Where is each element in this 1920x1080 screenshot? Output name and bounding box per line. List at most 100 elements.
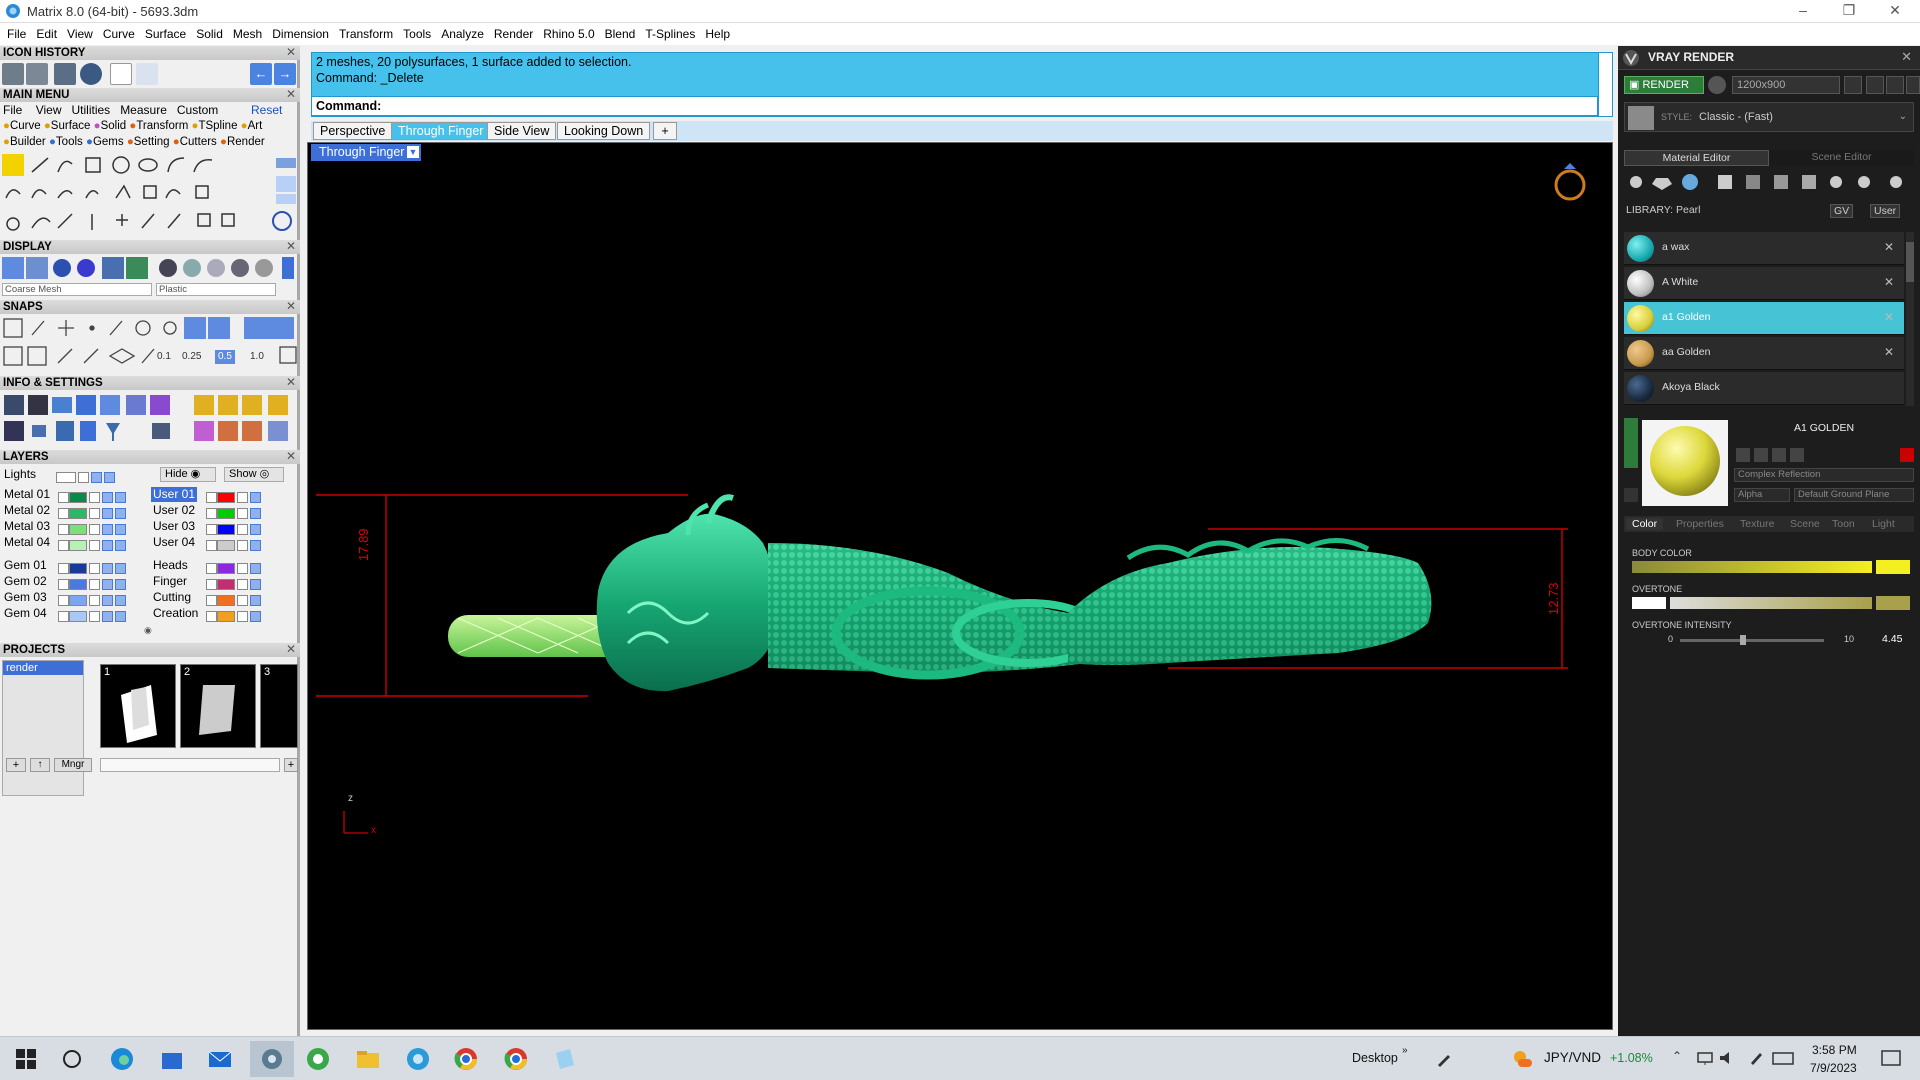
clock-date[interactable]: 7/9/2023 bbox=[1810, 1061, 1857, 1075]
history-tool-icon[interactable] bbox=[26, 63, 48, 85]
close-icon[interactable]: ✕ bbox=[1884, 275, 1894, 289]
history-tool-icon[interactable] bbox=[2, 63, 24, 85]
layer-color-swatch[interactable] bbox=[69, 524, 87, 536]
chevron-icon[interactable]: » bbox=[1402, 1045, 1408, 1056]
lock-icon[interactable] bbox=[89, 508, 100, 520]
visibility-toggle[interactable] bbox=[250, 595, 261, 607]
main-menu-utilities[interactable]: Utilities bbox=[72, 103, 111, 117]
main-menu-view[interactable]: View bbox=[36, 103, 62, 117]
layer-row[interactable]: Gem 02 bbox=[4, 574, 47, 589]
close-button[interactable]: ✕ bbox=[1872, 0, 1918, 23]
visibility-toggle[interactable] bbox=[102, 595, 113, 607]
layer-toggle[interactable] bbox=[206, 524, 217, 536]
visibility-toggle[interactable] bbox=[102, 492, 113, 504]
file-explorer-icon[interactable] bbox=[354, 1045, 382, 1073]
volume-icon[interactable] bbox=[1718, 1050, 1736, 1066]
list-icon[interactable] bbox=[1886, 76, 1904, 94]
layer-toggle[interactable] bbox=[206, 611, 217, 623]
lock-icon[interactable] bbox=[89, 524, 100, 536]
rewind-icon[interactable] bbox=[1844, 76, 1862, 94]
store-icon[interactable] bbox=[158, 1045, 186, 1073]
material-item[interactable]: Akoya Black bbox=[1624, 372, 1904, 405]
layer-row[interactable]: Finger bbox=[153, 574, 187, 589]
close-icon[interactable]: ✕ bbox=[1884, 240, 1894, 254]
network-icon[interactable] bbox=[1696, 1050, 1714, 1066]
menu-blend[interactable]: Blend bbox=[602, 27, 643, 41]
close-icon[interactable]: ✕ bbox=[286, 239, 296, 253]
up-arrow-icon[interactable]: ↑ bbox=[30, 758, 50, 772]
menu-tools[interactable]: Tools bbox=[400, 27, 438, 41]
visibility-toggle[interactable] bbox=[102, 579, 113, 591]
layer-row[interactable]: Metal 03 bbox=[4, 519, 50, 534]
layer-toggle[interactable] bbox=[58, 524, 69, 536]
menu-mesh[interactable]: Mesh bbox=[230, 27, 269, 41]
subtab-scene[interactable]: Scene bbox=[1790, 518, 1820, 530]
matrix-app-active[interactable] bbox=[250, 1041, 294, 1077]
cat-art[interactable]: Art bbox=[248, 120, 263, 132]
chevron-down-icon[interactable]: ▼ bbox=[407, 146, 419, 158]
library-user-button[interactable]: User bbox=[1870, 204, 1901, 218]
close-icon[interactable]: ✕ bbox=[286, 449, 296, 463]
lock-icon[interactable] bbox=[237, 579, 248, 591]
visibility-toggle[interactable] bbox=[250, 508, 261, 520]
layer-toggle[interactable] bbox=[206, 595, 217, 607]
layer-row[interactable]: Metal 04 bbox=[4, 535, 50, 550]
arrow-right-icon[interactable] bbox=[1624, 488, 1638, 502]
desktop-toolbar[interactable]: Desktop bbox=[1352, 1051, 1398, 1065]
lock-icon[interactable] bbox=[237, 540, 248, 552]
camera-icon[interactable] bbox=[1708, 76, 1726, 94]
layer-row[interactable]: Metal 02 bbox=[4, 503, 50, 518]
visibility-toggle[interactable] bbox=[250, 611, 261, 623]
project-item-selected[interactable]: render bbox=[3, 661, 83, 675]
layer-color-swatch[interactable] bbox=[69, 563, 87, 575]
tab-looking-down[interactable]: Looking Down bbox=[557, 122, 651, 140]
visibility-toggle[interactable] bbox=[102, 508, 113, 520]
subtab-color[interactable]: Color bbox=[1626, 518, 1664, 530]
layer-toggle[interactable] bbox=[58, 540, 69, 552]
layer-color-swatch[interactable] bbox=[217, 540, 235, 552]
close-icon[interactable]: ✕ bbox=[286, 299, 296, 313]
visibility-toggle[interactable] bbox=[115, 508, 126, 520]
project-thumbnail-1[interactable]: 1 bbox=[100, 664, 176, 748]
visibility-toggle[interactable] bbox=[115, 563, 126, 575]
menu-dimension[interactable]: Dimension bbox=[269, 27, 336, 41]
tab-through-finger[interactable]: Through Finger bbox=[391, 122, 491, 140]
reset-button[interactable]: Reset bbox=[251, 103, 282, 117]
layer-toggle[interactable] bbox=[58, 563, 69, 575]
cat-render[interactable]: Render bbox=[227, 136, 265, 148]
close-icon[interactable]: ✕ bbox=[1884, 310, 1894, 324]
lock-icon[interactable] bbox=[78, 472, 89, 484]
lights-controls[interactable] bbox=[56, 469, 115, 484]
menu-solid[interactable]: Solid bbox=[193, 27, 230, 41]
lock-icon[interactable] bbox=[89, 540, 100, 552]
layer-color-swatch[interactable] bbox=[56, 472, 76, 484]
menu-file[interactable]: File bbox=[4, 27, 33, 41]
layer-controls[interactable] bbox=[204, 592, 261, 607]
edge-browser-icon[interactable] bbox=[108, 1045, 136, 1073]
pen-input-icon[interactable] bbox=[1748, 1050, 1766, 1066]
layer-controls[interactable] bbox=[56, 576, 126, 591]
layer-color-swatch[interactable] bbox=[217, 563, 235, 575]
arrow-right-icon[interactable]: → bbox=[274, 63, 296, 85]
tab-perspective[interactable]: Perspective bbox=[313, 122, 393, 140]
layer-row[interactable]: Gem 04 bbox=[4, 606, 47, 621]
cat-setting[interactable]: Setting bbox=[134, 136, 170, 148]
visibility-toggle[interactable] bbox=[115, 579, 126, 591]
layer-controls[interactable] bbox=[56, 521, 126, 536]
layer-row[interactable]: User 03 bbox=[153, 519, 195, 534]
visibility-toggle[interactable] bbox=[115, 524, 126, 536]
cat-surface[interactable]: Surface bbox=[51, 120, 91, 132]
project-scrollbar[interactable] bbox=[100, 758, 280, 772]
layer-toggle[interactable] bbox=[206, 508, 217, 520]
ground-plane-select[interactable]: Default Ground Plane bbox=[1794, 488, 1914, 502]
refresh-icon[interactable] bbox=[1900, 448, 1914, 462]
mail-icon[interactable] bbox=[206, 1045, 234, 1073]
menu-edit[interactable]: Edit bbox=[33, 27, 64, 41]
close-icon[interactable]: ✕ bbox=[1884, 345, 1894, 359]
chrome-profile-icon[interactable] bbox=[502, 1045, 530, 1073]
main-menu-measure[interactable]: Measure bbox=[120, 103, 167, 117]
visibility-toggle[interactable] bbox=[250, 492, 261, 504]
layer-row-selected[interactable]: User 01 bbox=[151, 487, 198, 502]
tab-side-view[interactable]: Side View bbox=[487, 122, 557, 140]
layer-color-swatch[interactable] bbox=[217, 492, 235, 504]
